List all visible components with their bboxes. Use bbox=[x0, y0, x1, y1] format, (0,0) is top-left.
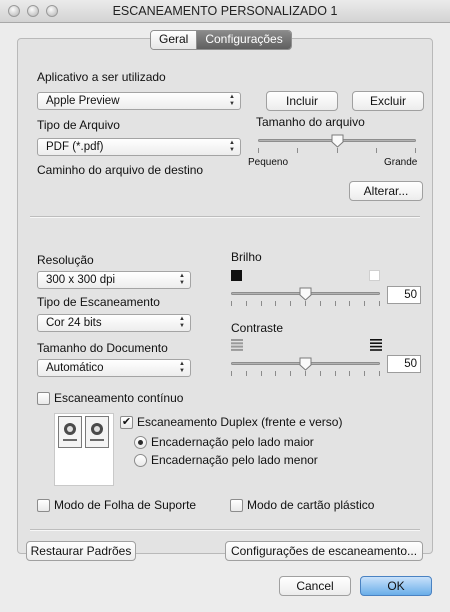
light-brightness-icon bbox=[369, 270, 380, 281]
add-app-button[interactable]: Incluir bbox=[266, 91, 338, 111]
cancel-button[interactable]: Cancel bbox=[279, 576, 351, 596]
slider-tick bbox=[379, 301, 380, 306]
file-size-max-label: Grande bbox=[384, 157, 418, 168]
ok-button[interactable]: OK bbox=[360, 576, 432, 596]
popup-arrows-icon: ▲ ▼ bbox=[179, 361, 185, 374]
brightness-value-field[interactable]: 50 bbox=[387, 286, 421, 304]
scan-type-select[interactable]: Cor 24 bits ▲ ▼ bbox=[37, 314, 191, 332]
popup-arrows-icon: ▲ ▼ bbox=[229, 94, 235, 107]
slider-tick bbox=[305, 371, 306, 376]
slider-tick bbox=[379, 371, 380, 376]
file-type-label: Tipo de Arquivo bbox=[37, 118, 120, 132]
divider bbox=[30, 216, 420, 218]
low-contrast-icon bbox=[231, 339, 243, 351]
popup-arrows-icon: ▲ ▼ bbox=[179, 316, 185, 329]
duplex-preview bbox=[54, 413, 114, 486]
slider-tick bbox=[364, 371, 365, 376]
doc-size-select-value: Automático bbox=[46, 362, 104, 374]
slider-tick bbox=[337, 148, 338, 153]
dark-brightness-icon bbox=[231, 270, 242, 281]
short-edge-label: Encadernação pelo lado menor bbox=[151, 453, 318, 467]
slider-tick bbox=[231, 301, 232, 306]
doc-size-select[interactable]: Automático ▲ ▼ bbox=[37, 359, 191, 377]
dialog-window: ESCANEAMENTO PERSONALIZADO 1 Geral Confi… bbox=[0, 0, 450, 612]
carrier-sheet-label: Modo de Folha de Suporte bbox=[54, 498, 197, 512]
long-edge-label: Encadernação pelo lado maior bbox=[151, 435, 314, 449]
plastic-card-label: Modo de cartão plástico bbox=[247, 498, 375, 512]
slider-tick bbox=[320, 371, 321, 376]
slider-tick bbox=[376, 148, 377, 153]
duplex-checkbox[interactable]: ✔ bbox=[120, 416, 133, 429]
high-contrast-icon bbox=[370, 339, 382, 351]
contrast-label: Contraste bbox=[231, 321, 284, 335]
continuous-scan-checkbox[interactable] bbox=[37, 392, 50, 405]
file-type-select-value: PDF (*.pdf) bbox=[46, 141, 104, 153]
slider-tick bbox=[305, 301, 306, 306]
slider-tick bbox=[246, 301, 247, 306]
file-size-ticks bbox=[258, 148, 416, 153]
brightness-slider-knob[interactable] bbox=[299, 287, 312, 301]
file-size-min-label: Pequeno bbox=[248, 157, 289, 168]
popup-arrows-icon: ▲ ▼ bbox=[229, 140, 235, 153]
continuous-scan-label: Escaneamento contínuo bbox=[54, 391, 184, 405]
change-path-button[interactable]: Alterar... bbox=[349, 181, 423, 201]
short-edge-radio[interactable] bbox=[134, 454, 147, 467]
app-label: Aplicativo a ser utilizado bbox=[37, 70, 166, 84]
dest-path-label: Caminho do arquivo de destino bbox=[37, 163, 204, 177]
slider-tick bbox=[261, 301, 262, 306]
carrier-sheet-checkbox[interactable] bbox=[37, 499, 50, 512]
slider-tick bbox=[349, 301, 350, 306]
slider-tick bbox=[415, 148, 416, 153]
doc-size-label: Tamanho do Documento bbox=[37, 341, 168, 355]
slider-tick bbox=[349, 371, 350, 376]
duplex-label: Escaneamento Duplex (frente e verso) bbox=[137, 415, 343, 429]
slider-tick bbox=[246, 371, 247, 376]
restore-defaults-button[interactable]: Restaurar Padrões bbox=[26, 541, 136, 561]
contrast-value-field[interactable]: 50 bbox=[387, 355, 421, 373]
title-bar: ESCANEAMENTO PERSONALIZADO 1 bbox=[0, 0, 450, 23]
scan-settings-button[interactable]: Configurações de escaneamento... bbox=[225, 541, 423, 561]
slider-tick bbox=[290, 371, 291, 376]
scan-type-label: Tipo de Escaneamento bbox=[37, 295, 160, 309]
remove-app-button[interactable]: Excluir bbox=[352, 91, 424, 111]
contrast-ticks bbox=[231, 371, 380, 376]
slider-tick bbox=[364, 301, 365, 306]
back-page-icon bbox=[85, 416, 109, 448]
long-edge-radio[interactable] bbox=[134, 436, 147, 449]
file-size-slider-knob[interactable] bbox=[331, 134, 344, 148]
divider bbox=[30, 529, 420, 531]
file-size-label: Tamanho do arquivo bbox=[256, 115, 365, 129]
slider-tick bbox=[297, 148, 298, 153]
front-page-icon bbox=[58, 416, 82, 448]
file-type-select[interactable]: PDF (*.pdf) ▲ ▼ bbox=[37, 138, 241, 156]
slider-tick bbox=[335, 371, 336, 376]
contrast-slider-knob[interactable] bbox=[299, 357, 312, 371]
slider-tick bbox=[231, 371, 232, 376]
resolution-label: Resolução bbox=[37, 253, 94, 267]
slider-tick bbox=[261, 371, 262, 376]
tab-settings[interactable]: Configurações bbox=[197, 31, 291, 49]
slider-tick bbox=[275, 301, 276, 306]
app-select-value: Apple Preview bbox=[46, 95, 120, 107]
brightness-ticks bbox=[231, 301, 380, 306]
slider-tick bbox=[275, 371, 276, 376]
slider-tick bbox=[258, 148, 259, 153]
popup-arrows-icon: ▲ ▼ bbox=[179, 273, 185, 286]
plastic-card-checkbox[interactable] bbox=[230, 499, 243, 512]
app-select[interactable]: Apple Preview ▲ ▼ bbox=[37, 92, 241, 110]
resolution-select-value: 300 x 300 dpi bbox=[46, 274, 116, 286]
tab-bar: Geral Configurações bbox=[150, 30, 292, 50]
slider-tick bbox=[335, 301, 336, 306]
resolution-select[interactable]: 300 x 300 dpi ▲ ▼ bbox=[37, 271, 191, 289]
tab-general[interactable]: Geral bbox=[151, 31, 198, 49]
window-title: ESCANEAMENTO PERSONALIZADO 1 bbox=[112, 4, 338, 18]
brightness-label: Brilho bbox=[231, 250, 262, 264]
scan-type-select-value: Cor 24 bits bbox=[46, 317, 102, 329]
slider-tick bbox=[320, 301, 321, 306]
slider-tick bbox=[290, 301, 291, 306]
